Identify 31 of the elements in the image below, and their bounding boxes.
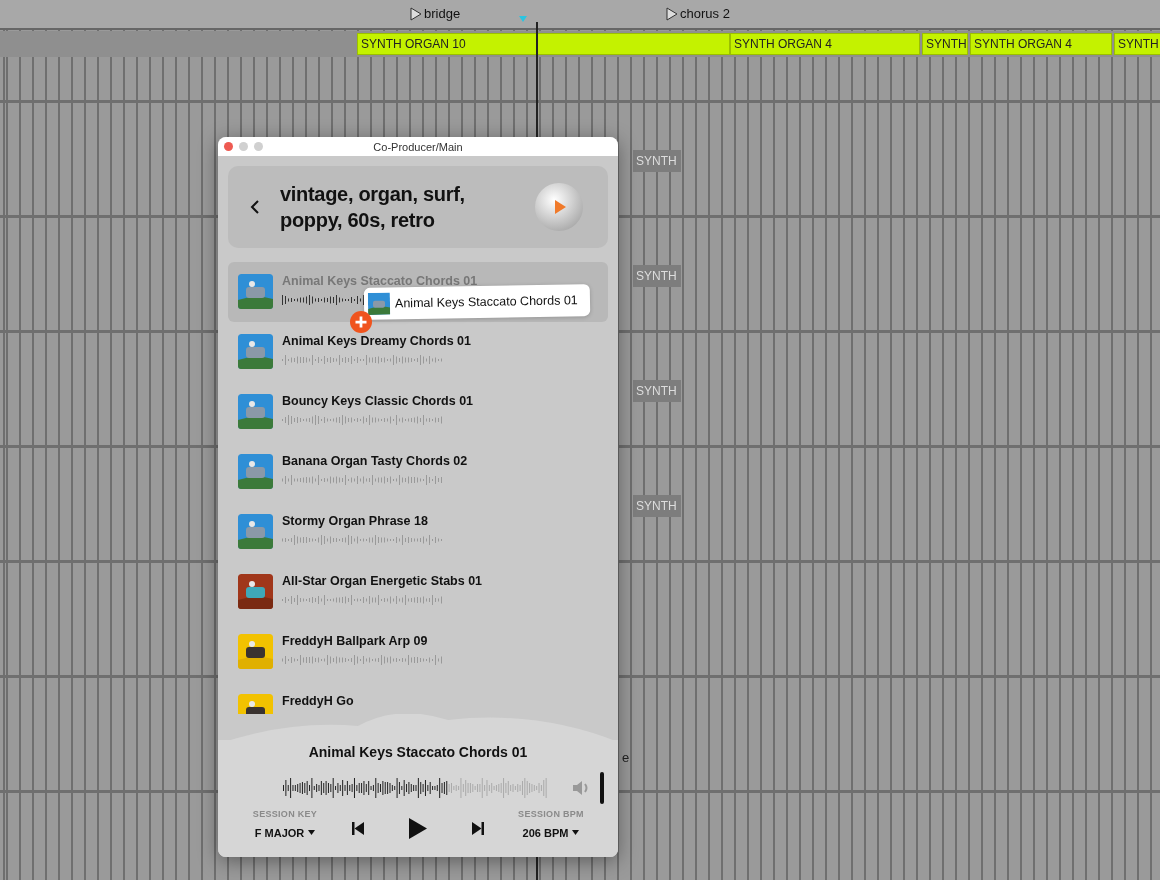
sample-row[interactable]: Stormy Organ Phrase 18 bbox=[228, 502, 608, 562]
locator-label: bridge bbox=[424, 6, 461, 21]
tag-title: vintage, organ, surf, poppy, 60s, retro bbox=[280, 182, 466, 233]
sample-name: FreddyH Ballpark Arp 09 bbox=[282, 634, 429, 648]
clip[interactable]: SYNTH bbox=[922, 33, 968, 55]
clip[interactable]: SYNTH ORGAN 4 bbox=[730, 33, 920, 55]
sample-name: Animal Keys Dreamy Chords 01 bbox=[282, 334, 471, 348]
sample-name: Bouncy Keys Classic Chords 01 bbox=[282, 394, 474, 408]
sample-name: FreddyH Go bbox=[282, 694, 354, 708]
sample-row[interactable]: Animal Keys Dreamy Chords 01 bbox=[228, 322, 608, 382]
track-label: e bbox=[622, 750, 630, 765]
clip[interactable]: SYNTH ORGAN 10 bbox=[357, 33, 730, 55]
drag-label: Animal Keys Staccato Chords 01 bbox=[394, 293, 578, 311]
locator-label: chorus 2 bbox=[680, 6, 730, 21]
sample-name: Animal Keys Staccato Chords 01 bbox=[282, 274, 478, 288]
clip[interactable]: SYNTH bbox=[1114, 33, 1160, 55]
sample-name: Banana Organ Tasty Chords 02 bbox=[282, 454, 468, 468]
window-title: Co-Producer/Main bbox=[372, 140, 464, 153]
sample-name: All-Star Organ Energetic Stabs 01 bbox=[282, 574, 483, 588]
session-key-label: SESSION KEY bbox=[252, 808, 318, 819]
clip[interactable]: SYNTH ORGAN 4 bbox=[970, 33, 1112, 55]
sample-row[interactable]: FreddyH Go bbox=[228, 682, 608, 714]
sample-name: Stormy Organ Phrase 18 bbox=[282, 514, 429, 528]
now-playing-title: Animal Keys Staccato Chords 01 bbox=[308, 744, 528, 760]
sample-row[interactable]: FreddyH Ballpark Arp 09 bbox=[228, 622, 608, 682]
session-bpm-label: SESSION BPM bbox=[518, 808, 584, 819]
sample-row[interactable]: Bouncy Keys Classic Chords 01 bbox=[228, 382, 608, 442]
session-key-dropdown[interactable]: F MAJOR bbox=[254, 826, 316, 839]
sample-row[interactable]: All-Star Organ Energetic Stabs 01 bbox=[228, 562, 608, 622]
session-bpm-dropdown[interactable]: 206 BPM bbox=[522, 826, 580, 839]
sample-row[interactable]: Banana Organ Tasty Chords 02 bbox=[228, 442, 608, 502]
